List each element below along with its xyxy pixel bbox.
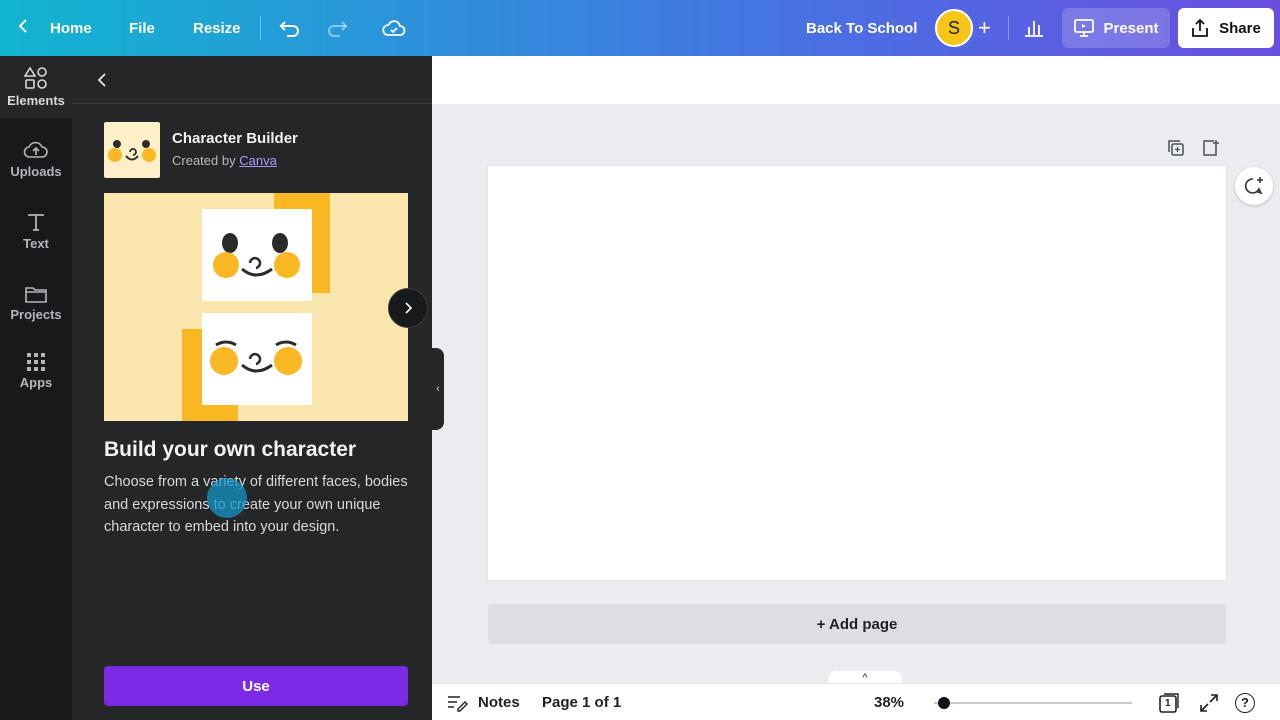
created-by-label: Created by	[172, 153, 236, 168]
left-rail: Elements Uploads Text Projects Apps	[0, 56, 72, 720]
cloud-upload-icon	[23, 141, 48, 158]
add-page-button[interactable]: + Add page	[488, 604, 1226, 644]
avatar[interactable]: S	[935, 9, 973, 47]
presentation-icon	[1074, 19, 1095, 37]
panel-header	[72, 56, 432, 104]
divider	[1008, 16, 1009, 40]
top-bar: Home File Resize Back To School S + Pres…	[0, 0, 1280, 56]
bottom-bar: Notes Page 1 of 1 38% 1 ?	[432, 683, 1280, 720]
share-label: Share	[1219, 19, 1261, 37]
file-menu-button[interactable]: File	[129, 0, 155, 56]
panel-heading: Build your own character	[104, 438, 357, 461]
collapse-panel-button[interactable]: ‹	[432, 348, 444, 430]
plus-icon: +	[978, 15, 991, 40]
duplicate-icon	[1168, 140, 1184, 156]
cloud-check-icon	[382, 20, 406, 36]
page-count: 1	[1165, 697, 1171, 709]
rail-label: Uploads	[10, 163, 62, 179]
rail-label: Projects	[10, 306, 62, 322]
app-preview-image	[104, 193, 408, 421]
rail-label: Apps	[19, 374, 53, 390]
add-page-button-small[interactable]	[1200, 137, 1222, 159]
rail-item-elements[interactable]: Elements	[0, 56, 72, 118]
resize-button[interactable]: Resize	[193, 0, 241, 56]
smiley-face-icon	[108, 140, 156, 162]
shapes-icon	[24, 66, 47, 89]
rail-item-uploads[interactable]: Uploads	[0, 128, 72, 190]
notes-button[interactable]: Notes	[446, 684, 520, 720]
canvas-toolbar-area	[432, 56, 1280, 104]
app-detail-panel: Character Builder Created by Canva Build…	[72, 56, 432, 720]
rail-item-apps[interactable]: Apps	[0, 340, 72, 402]
design-title[interactable]: Back To School	[806, 0, 917, 56]
help-icon: ?	[1235, 692, 1255, 713]
zoom-slider-handle[interactable]	[938, 697, 950, 709]
app-author-line: Created by Canva	[172, 153, 277, 168]
expand-icon	[1200, 693, 1218, 712]
use-app-button[interactable]: Use	[104, 666, 408, 706]
zoom-level[interactable]: 38%	[874, 684, 904, 720]
panel-description: Choose from a variety of different faces…	[104, 474, 408, 535]
bar-chart-icon	[1025, 21, 1043, 37]
duplicate-page-button[interactable]	[1165, 137, 1187, 159]
page-count-icon: 1	[1158, 692, 1180, 714]
add-comment-button[interactable]	[1235, 167, 1273, 205]
redo-icon	[328, 21, 348, 37]
next-slide-button[interactable]	[388, 288, 428, 328]
upload-share-icon	[1192, 18, 1209, 37]
help-glyph: ?	[1241, 695, 1249, 710]
present-button[interactable]: Present	[1062, 8, 1170, 48]
divider	[260, 16, 261, 40]
folder-icon	[25, 286, 47, 303]
chevron-left-icon: ‹	[436, 383, 440, 395]
character-preview-illustration	[104, 193, 408, 421]
rail-label: Elements	[7, 92, 65, 108]
undo-button[interactable]	[279, 0, 301, 56]
text-t-icon	[28, 213, 44, 231]
zoom-slider-track[interactable]	[934, 702, 1132, 704]
fullscreen-button[interactable]	[1200, 684, 1218, 720]
cursor-indicator	[207, 478, 247, 518]
cloud-save-button[interactable]	[382, 0, 406, 56]
add-collaborator-button[interactable]: +	[978, 0, 991, 56]
app-thumbnail	[104, 122, 160, 178]
grid-icon	[27, 352, 45, 371]
app-name: Character Builder	[172, 130, 298, 147]
insights-button[interactable]	[1024, 0, 1044, 56]
chevron-left-icon	[18, 18, 28, 39]
grid-view-button[interactable]: 1	[1158, 684, 1180, 720]
present-label: Present	[1103, 19, 1159, 37]
page-indicator[interactable]: Page 1 of 1	[542, 684, 621, 720]
chevron-left-icon	[97, 73, 106, 87]
home-button[interactable]: Home	[18, 0, 92, 56]
rail-label: Text	[23, 235, 49, 251]
back-button[interactable]	[90, 68, 114, 92]
add-page-icon	[1203, 140, 1219, 156]
help-button[interactable]: ?	[1235, 684, 1255, 720]
redo-button[interactable]	[326, 0, 348, 56]
rail-item-text[interactable]: Text	[0, 200, 72, 262]
home-label: Home	[50, 19, 92, 37]
notes-icon	[448, 695, 468, 712]
design-page[interactable]	[488, 166, 1226, 580]
author-link[interactable]: Canva	[239, 153, 277, 168]
comment-add-icon	[1244, 177, 1263, 195]
share-button[interactable]: Share	[1178, 8, 1274, 48]
chevron-right-icon	[405, 302, 412, 314]
rail-item-projects[interactable]: Projects	[0, 272, 72, 334]
notes-label: Notes	[478, 694, 520, 711]
undo-icon	[279, 21, 299, 37]
